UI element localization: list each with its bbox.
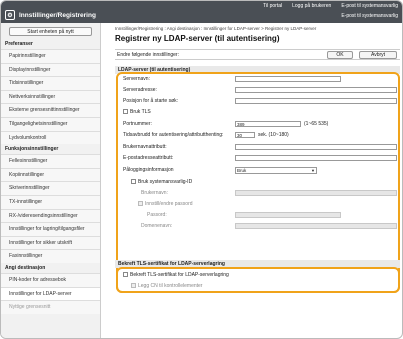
search-position-input[interactable] (235, 98, 397, 104)
sidebar-item-printer[interactable]: Skriverinnstillinger (1, 181, 100, 195)
chevron-down-icon: ▼ (311, 168, 315, 173)
ok-button[interactable]: OK (327, 51, 353, 59)
username-label: Brukernavn: (141, 190, 168, 196)
use-tls-checkbox[interactable] (123, 109, 128, 114)
sidebar-head-destination: Angi destinasjon (5, 264, 46, 271)
login-info-value: Bruk (237, 168, 247, 173)
sidebar-item-network[interactable]: Nettverksinnstillinger (1, 89, 100, 104)
user-attr-label: Brukernavnattributt: (123, 144, 167, 150)
app-brand[interactable]: ⚙ Innstillinger/Registrering (5, 10, 96, 20)
port-label: Portnummer: (123, 121, 152, 127)
sidebar-item-copy[interactable]: Kopiinnstillinger (1, 167, 100, 182)
use-system-id-checkbox[interactable] (131, 179, 136, 184)
sidebar-item-ldap[interactable]: Innstillinger for LDAP-server (1, 286, 100, 301)
main-content: Innstillinger/Registrering : Angi destin… (101, 23, 402, 338)
add-cn-label: Legg CN til kontrollelementer (138, 283, 203, 289)
server-name-input[interactable] (235, 76, 341, 82)
search-position-label: Posisjon for å starte søk: (123, 98, 179, 104)
sidebar-item-accessibility[interactable]: Tilgangelighetsinnstillinger (1, 116, 100, 131)
password-label: Passord: (147, 212, 167, 218)
user-attr-input[interactable] (235, 144, 397, 150)
admin-email-link[interactable]: E-post til systemansvarlig (341, 3, 398, 9)
sidebar-item-paper[interactable]: Papirinnstillinger (1, 49, 100, 63)
email-attr-label: E-postadresseattributt: (123, 155, 174, 161)
sidebar-item-external-interface[interactable]: Eksterne grensesnittinnstillinger (1, 103, 100, 117)
sidebar-head-function: Funksjonsinnstillinger (5, 146, 59, 153)
sidebar-item-useful[interactable]: Nyttige grensesnitt (1, 300, 100, 314)
sidebar-item-storage[interactable]: Innstillinger for lagring/tilgangsfiler (1, 222, 100, 236)
sidebar-item-common[interactable]: Fellesinnstillinger (1, 154, 100, 168)
username-input[interactable] (235, 190, 397, 196)
restart-device-button[interactable]: Start enheten på nytt (9, 27, 92, 36)
portal-link[interactable]: Til portal (263, 3, 282, 9)
server-address-label: Serveradresse: (123, 87, 157, 93)
timeout-label: Tidsavbrudd for autentisering/attributth… (123, 132, 224, 138)
email-attr-input[interactable] (235, 155, 397, 161)
confirm-tls-checkbox[interactable] (123, 272, 128, 277)
cancel-button[interactable]: Avbryt (359, 51, 397, 59)
sidebar-item-rx[interactable]: RX-/videresendingsinnstillinger (1, 208, 100, 223)
sidebar-head-preferences: Preferanser (5, 41, 33, 47)
breadcrumb: Innstillinger/Registrering : Angi destin… (115, 26, 317, 31)
add-cn-checkbox[interactable] (131, 283, 136, 288)
browser-window: Til portal Logg på brukeren E-post til s… (0, 0, 403, 339)
sidebar-item-pin-codes[interactable]: PIN-koder for adressebok (1, 272, 100, 287)
port-input[interactable]: 389 (235, 121, 301, 127)
sidebar-item-tx[interactable]: TX-innstillinger (1, 194, 100, 209)
app-title: Innstillinger/Registrering (19, 11, 96, 19)
top-links: Til portal Logg på brukeren E-post til s… (263, 3, 398, 9)
sidebar-item-display[interactable]: Displayinnstillinger (1, 62, 100, 77)
domain-name-input[interactable] (235, 223, 397, 229)
use-tls-label: Bruk TLS (130, 109, 151, 115)
login-info-label: Påloggingsinformasjon (123, 167, 174, 173)
domain-name-label: Domenenavn: (141, 223, 173, 229)
timeout-range: sek. (10~180) (258, 132, 289, 138)
highlight-frame-tls (116, 267, 400, 293)
sidebar-item-volume[interactable]: Lydvolumkontroll (1, 130, 100, 145)
port-range: (1~65 535) (304, 121, 329, 127)
settings-icon: ⚙ (5, 10, 15, 20)
set-password-checkbox[interactable] (138, 201, 143, 206)
server-address-input[interactable] (235, 87, 397, 93)
use-system-id-label: Bruk systemansvarlig-ID (138, 179, 193, 185)
set-password-label: Innstill/endre passord (145, 201, 193, 207)
login-info-select[interactable]: Bruk ▼ (235, 167, 317, 174)
sidebar: Start enheten på nytt Preferanser Papiri… (1, 23, 101, 338)
sub-label[interactable]: E-post til systemansvarlig (341, 13, 398, 19)
action-bar: Endre følgende innstillinger: OK Avbryt (115, 49, 400, 60)
server-name-label: Servernavn: (123, 76, 150, 82)
sidebar-item-time[interactable]: Tidsinnstillinger (1, 76, 100, 90)
page-title: Registrer ny LDAP-server (til autentiser… (115, 34, 280, 43)
action-bar-label: Endre følgende innstillinger: (117, 52, 179, 58)
confirm-tls-label: Bekreft TLS-sertifikat for LDAP-serverla… (130, 272, 229, 278)
top-bar: Til portal Logg på brukeren E-post til s… (1, 1, 402, 23)
sidebar-item-fax[interactable]: Faxinnstillinger (1, 249, 100, 263)
password-input[interactable] (235, 212, 341, 218)
sidebar-item-secure-print[interactable]: Innstillinger for sikker utskrift (1, 235, 100, 250)
timeout-input[interactable]: 30 (235, 132, 255, 138)
logout-link[interactable]: Logg på brukeren (292, 3, 331, 9)
